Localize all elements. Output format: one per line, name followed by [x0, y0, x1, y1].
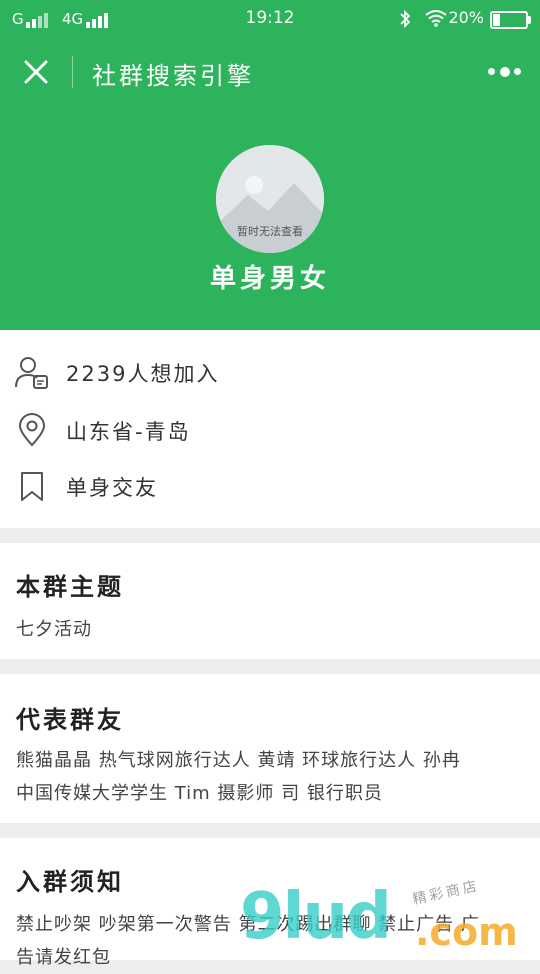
bookmark-icon	[21, 472, 43, 501]
location-pin-icon	[18, 413, 46, 447]
nav-divider	[72, 56, 73, 88]
close-button[interactable]	[18, 54, 54, 90]
members-count: 2239人想加入	[66, 362, 220, 386]
location-text: 山东省-青岛	[66, 420, 191, 444]
wifi-icon	[425, 10, 447, 27]
members-line-2: 中国传媒大学学生 Tim 摄影师 司 银行职员	[16, 783, 383, 804]
members-row: 2239人想加入	[0, 344, 540, 400]
members-line-1: 熊猫晶晶 热气球网旅行达人 黄靖 环球旅行达人 孙冉	[16, 750, 461, 771]
more-icon	[488, 68, 495, 75]
nav-bar: 社群搜索引擎	[0, 42, 540, 102]
rules-section: 入群须知 禁止吵架 吵架第一次警告 第二次踢出群聊 禁止广告 广 告请发红包	[0, 838, 540, 968]
group-name: 单身男女	[209, 264, 330, 294]
page-title: 社群搜索引擎	[92, 62, 254, 90]
battery-percent: 20%	[448, 8, 484, 27]
location-row: 山东省-青岛	[0, 402, 540, 458]
rules-title: 入群须知	[16, 868, 124, 896]
tag-row: 单身交友	[0, 458, 540, 514]
theme-title: 本群主题	[16, 573, 124, 601]
more-options-button[interactable]	[486, 58, 526, 86]
person-card-icon	[15, 357, 48, 389]
theme-section: 本群主题 七夕活动	[0, 543, 540, 659]
close-icon	[24, 60, 48, 84]
status-bar: G 4G 19:12 20%	[0, 0, 540, 38]
members-title: 代表群友	[16, 706, 124, 734]
battery-icon	[490, 11, 531, 29]
rules-line-2: 告请发红包	[16, 947, 111, 968]
group-avatar[interactable]: 暂时无法查看	[216, 145, 324, 253]
rules-line-1: 禁止吵架 吵架第一次警告 第二次踢出群聊 禁止广告 广	[16, 914, 480, 935]
bluetooth-icon	[400, 9, 411, 29]
members-section: 代表群友 熊猫晶晶 热气球网旅行达人 黄靖 环球旅行达人 孙冉 中国传媒大学学生…	[0, 674, 540, 823]
header: G 4G 19:12 20% 社群搜索引擎 暂时无法查看 单身男女	[0, 0, 540, 330]
info-card: 2239人想加入 山东省-青岛 单身交友	[0, 330, 540, 528]
avatar-caption: 暂时无法查看	[237, 225, 303, 238]
tag-text: 单身交友	[66, 476, 158, 500]
theme-content: 七夕活动	[16, 619, 92, 640]
